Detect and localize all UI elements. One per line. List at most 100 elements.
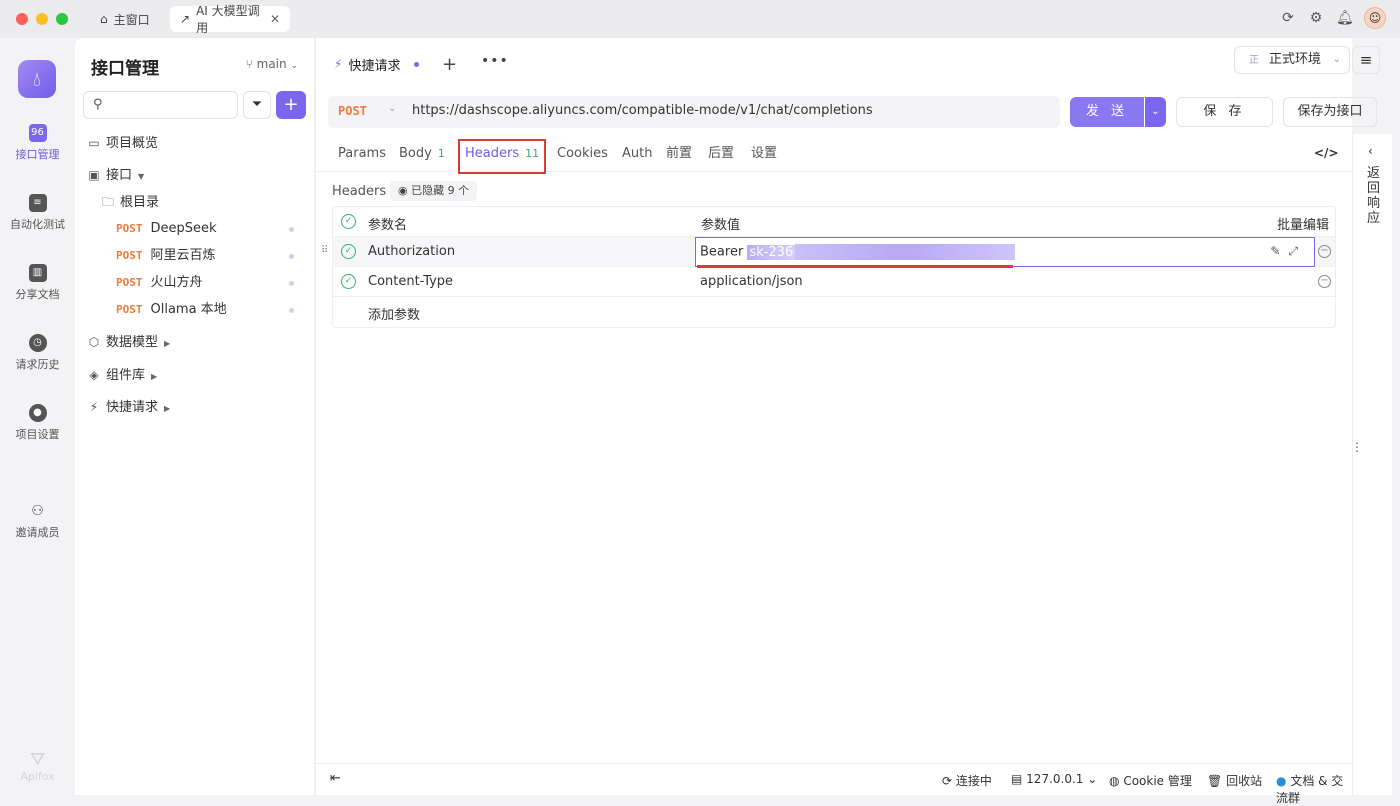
chevron-down-icon[interactable]: ⌄ xyxy=(388,103,396,114)
search-icon: ⚲ xyxy=(93,97,103,112)
header-key[interactable]: Content-Type xyxy=(368,274,453,289)
sync-icon: ⟳ xyxy=(942,774,953,788)
header-value[interactable]: application/json xyxy=(700,274,803,289)
nav-project-settings[interactable]: ● 项目设置 xyxy=(0,404,75,442)
docs-link[interactable]: ● 文档 & 交流群 xyxy=(1276,772,1352,806)
endpoint-volcano[interactable]: POST 火山方舟 xyxy=(75,271,315,295)
resize-handle-icon[interactable]: ⋮ xyxy=(1351,440,1363,454)
method-badge: POST xyxy=(116,303,143,316)
nav-share-docs[interactable]: ▥ 分享文档 xyxy=(0,264,75,302)
tree-item-data-model[interactable]: ⬡ 数据模型 ▶ xyxy=(75,330,315,354)
tab-count: 1 xyxy=(437,147,445,160)
invite-user-icon: ⚇ xyxy=(31,503,44,519)
save-button[interactable]: 保 存 xyxy=(1176,97,1273,127)
refresh-icon[interactable]: ⟳ xyxy=(1280,10,1296,26)
window-tab-main[interactable]: ⌂ 主窗口 xyxy=(90,6,160,32)
settings-icon: ● xyxy=(28,404,47,422)
send-button[interactable]: 发 送 xyxy=(1070,97,1144,127)
tree-label: 项目概览 xyxy=(106,136,159,151)
window-tab-label: AI 大模型调用 xyxy=(196,4,260,35)
collapse-sidebar-icon[interactable]: ⇤ xyxy=(330,771,341,786)
close-tab-icon[interactable]: ✕ xyxy=(270,12,280,26)
nav-invite[interactable]: ⚇ 邀请成员 xyxy=(0,502,75,540)
cookie-manager[interactable]: ◍ Cookie 管理 xyxy=(1109,772,1192,789)
table-header-row: ✓ 参数名 参数值 批量编辑 xyxy=(333,207,1335,237)
remove-row-icon[interactable]: − xyxy=(1318,275,1331,288)
bulk-edit-link[interactable]: 批量编辑 xyxy=(1277,214,1329,233)
code-icon[interactable]: </> xyxy=(1314,146,1339,160)
header-key[interactable]: Authorization xyxy=(368,244,455,259)
method-select[interactable]: POST xyxy=(338,104,367,118)
row-checkbox[interactable]: ✓ xyxy=(341,274,356,289)
endpoint-deepseek[interactable]: POST DeepSeek xyxy=(75,217,315,241)
host-selector[interactable]: ▤ 127.0.0.1 ⌄ xyxy=(1011,772,1097,786)
request-tab-label: 快捷请求 xyxy=(348,58,401,74)
clock-icon: ◷ xyxy=(28,334,47,352)
maximize-window-button[interactable] xyxy=(56,13,68,25)
tree-item-root[interactable]: 🗀︎ 根目录 xyxy=(75,190,315,214)
url-input[interactable]: https://dashscope.aliyuncs.com/compatibl… xyxy=(412,103,873,118)
window-tab-ai[interactable]: ↗ AI 大模型调用 ✕ xyxy=(170,4,290,35)
tree-item-api[interactable]: ▣ 接口 ▼ xyxy=(75,163,315,187)
request-tab[interactable]: ⚡︎ 快捷请求 xyxy=(322,46,432,84)
chevron-left-icon: ‹ xyxy=(1368,144,1373,158)
endpoint-ollama[interactable]: POST Ollama 本地 xyxy=(75,298,315,322)
more-icon[interactable]: ••• xyxy=(481,53,509,69)
hidden-headers-toggle[interactable]: ◉ 已隐藏 9 个 xyxy=(390,181,478,201)
nav-history[interactable]: ◷ 请求历史 xyxy=(0,334,75,372)
tree-item-overview[interactable]: ▭ 项目概览 xyxy=(75,131,315,155)
trash-link[interactable]: 🗑︎ 回收站 xyxy=(1207,772,1262,789)
send-dropdown-button[interactable]: ⌄ xyxy=(1145,97,1166,127)
folder-icon: 🗀︎ xyxy=(101,195,114,209)
menu-button[interactable]: ≡ xyxy=(1352,46,1380,74)
avatar[interactable]: ☺ xyxy=(1364,7,1386,29)
environment-selector[interactable]: 正正式环境 ⌄ xyxy=(1234,46,1350,74)
tab-post[interactable]: 后置 xyxy=(708,136,734,172)
magic-wand-icon[interactable]: ✎ xyxy=(1270,244,1288,258)
tab-body[interactable]: Body 1 xyxy=(399,136,445,172)
app-logo: 💧︎ xyxy=(18,60,56,98)
filter-button[interactable]: ⏷ xyxy=(243,91,271,119)
nav-automation[interactable]: ≡ 自动化测试 xyxy=(0,194,75,232)
endpoint-name: 阿里云百炼 xyxy=(150,248,216,263)
add-param-placeholder[interactable]: 添加参数 xyxy=(368,304,420,323)
remove-row-icon[interactable]: − xyxy=(1318,245,1331,258)
bell-icon[interactable]: 🔔︎ xyxy=(1336,10,1354,26)
external-link-icon: ↗ xyxy=(180,12,191,26)
connection-status[interactable]: ⟳ 连接中 xyxy=(942,772,992,789)
brand-name: Apifox xyxy=(20,770,55,783)
tab-params[interactable]: Params xyxy=(338,136,386,172)
endpoint-aliyun[interactable]: POST 阿里云百炼 xyxy=(75,244,315,268)
table-row: ⠿ ✓ Authorization Bearer sk-236 ✎⤢ − xyxy=(321,237,1335,268)
nav-api-management[interactable]: 96 接口管理 xyxy=(0,124,75,162)
tab-settings[interactable]: 设置 xyxy=(751,136,777,172)
plus-icon: + xyxy=(283,94,299,115)
url-bar: POST ⌄ https://dashscope.aliyuncs.com/co… xyxy=(328,96,1060,128)
value-prefix: Bearer xyxy=(700,244,748,260)
new-tab-button[interactable]: + xyxy=(442,54,457,75)
headers-label: Headers xyxy=(332,184,387,199)
tab-auth[interactable]: Auth xyxy=(622,136,652,172)
sidebar-title: 接口管理 xyxy=(91,59,159,79)
branch-selector[interactable]: ⑂ main ⌄ xyxy=(246,57,298,71)
row-checkbox[interactable]: ✓ xyxy=(341,244,356,259)
gear-icon[interactable]: ⚙ xyxy=(1308,10,1324,26)
add-button[interactable]: + xyxy=(276,91,306,119)
add-param-row[interactable]: 添加参数 xyxy=(333,297,1335,327)
method-badge: POST xyxy=(116,222,143,235)
save-as-api-button[interactable]: 保存为接口 xyxy=(1283,97,1377,127)
search-input[interactable]: ⚲ xyxy=(83,91,238,119)
header-value-input[interactable]: Bearer sk-236 ✎⤢ xyxy=(695,237,1315,268)
drag-handle-icon[interactable]: ⠿ xyxy=(321,245,328,256)
minimize-window-button[interactable] xyxy=(36,13,48,25)
close-window-button[interactable] xyxy=(16,13,28,25)
response-panel-toggle[interactable]: ‹ 返回响应 xyxy=(1352,134,1392,795)
expand-icon[interactable]: ⤢ xyxy=(1288,244,1306,258)
api-icon: 96 xyxy=(28,124,47,142)
unsaved-dot xyxy=(414,61,420,67)
tab-cookies[interactable]: Cookies xyxy=(557,136,608,172)
tab-pre[interactable]: 前置 xyxy=(666,136,692,172)
tree-item-components[interactable]: ◈ 组件库 ▶ xyxy=(75,363,315,387)
select-all-checkbox[interactable]: ✓ xyxy=(341,214,356,229)
tree-item-quick-request[interactable]: ⚡︎ 快捷请求 ▶ xyxy=(75,395,315,419)
